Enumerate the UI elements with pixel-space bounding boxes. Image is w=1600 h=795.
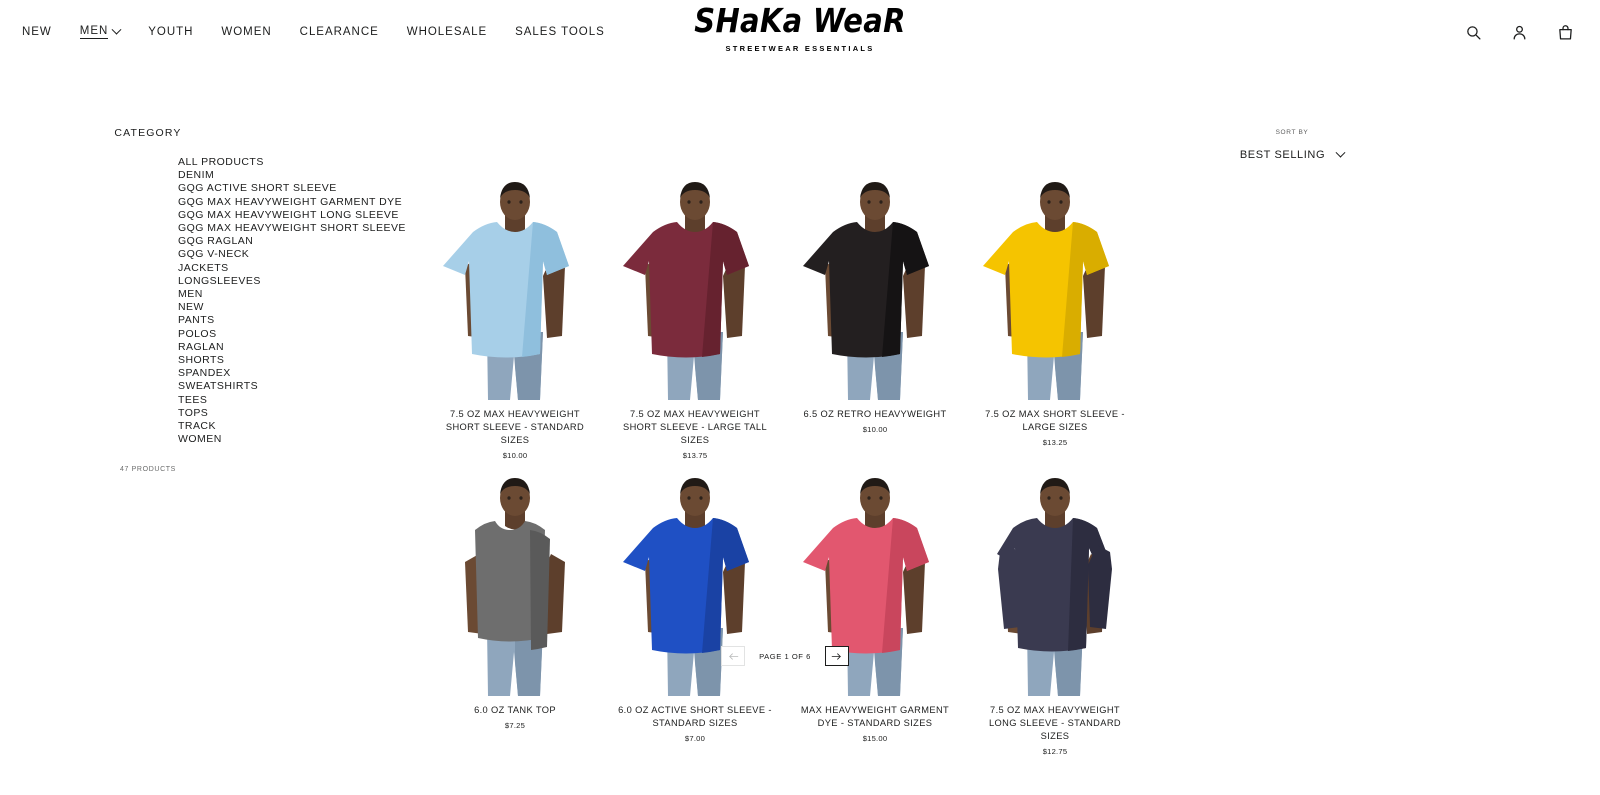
- nav-item-label: YOUTH: [148, 26, 194, 38]
- sidebar-item-pants[interactable]: PANTS: [178, 314, 420, 327]
- sort-by-label: SORT BY: [1275, 129, 1309, 136]
- nav-item-label: WHOLESALE: [406, 26, 488, 38]
- nav-item-new[interactable]: NEW: [22, 26, 52, 38]
- sort-control: SORT BY BEST SELLING: [1232, 129, 1352, 161]
- product-price: $15.00: [862, 734, 888, 743]
- product-card[interactable]: 6.0 OZ TANK TOP $7.25: [425, 478, 605, 756]
- product-title: 6.0 OZ ACTIVE SHORT SLEEVE - STANDARD SI…: [618, 705, 772, 728]
- nav-item-sales-tools[interactable]: SALES TOOLS: [515, 26, 605, 38]
- category-sidebar: CATEGORY ALL PRODUCTS DENIM GQG ACTIVE S…: [0, 64, 420, 473]
- sidebar-item-gqg-max-heavyweight-garment-dye[interactable]: GQG MAX HEAVYWEIGHT GARMENT DYE: [178, 196, 420, 209]
- sidebar-item-jackets[interactable]: JACKETS: [178, 262, 420, 275]
- product-card[interactable]: 6.5 OZ RETRO HEAVYWEIGHT $10.00: [785, 182, 965, 460]
- product-card[interactable]: 6.0 OZ ACTIVE SHORT SLEEVE - STANDARD SI…: [605, 478, 785, 756]
- sidebar-item-shorts[interactable]: SHORTS: [178, 354, 420, 367]
- header-actions: [1460, 0, 1578, 64]
- sidebar-item-tops[interactable]: TOPS: [178, 407, 420, 420]
- sidebar-item-longsleeves[interactable]: LONGSLEEVES: [178, 275, 420, 288]
- product-title: 6.0 OZ TANK TOP: [474, 705, 556, 715]
- sidebar-item-spandex[interactable]: SPANDEX: [178, 367, 420, 380]
- product-price: $13.75: [682, 451, 708, 460]
- product-card[interactable]: 7.5 OZ MAX HEAVYWEIGHT LONG SLEEVE - STA…: [965, 478, 1145, 756]
- product-price: $10.00: [502, 451, 528, 460]
- nav-item-clearance[interactable]: CLEARANCE: [300, 26, 379, 38]
- nav-item-youth[interactable]: YOUTH: [148, 26, 193, 38]
- sidebar-item-gqg-max-heavyweight-short-sleeve[interactable]: GQG MAX HEAVYWEIGHT SHORT SLEEVE: [178, 222, 420, 235]
- product-card[interactable]: 7.5 OZ MAX SHORT SLEEVE - LARGE SIZES $13…: [965, 182, 1145, 460]
- product-image[interactable]: [611, 182, 779, 400]
- nav-item-label: SALES TOOLS: [515, 26, 605, 38]
- sidebar-item-all-products[interactable]: ALL PRODUCTS: [178, 156, 420, 169]
- sidebar-item-tees[interactable]: TEES: [178, 394, 420, 407]
- nav-item-label: WOMEN: [221, 26, 272, 38]
- sidebar-item-sweatshirts[interactable]: SWEATSHIRTS: [178, 380, 420, 393]
- product-image[interactable]: [431, 182, 599, 400]
- product-image[interactable]: [971, 182, 1139, 400]
- product-price: $13.25: [1042, 438, 1068, 447]
- product-title: 7.5 OZ MAX SHORT SLEEVE - LARGE SIZES: [985, 409, 1125, 432]
- sort-by-select[interactable]: BEST SELLING: [1232, 147, 1352, 161]
- site-header: NEW MEN YOUTH WOMEN CLEARANCE WHOLESALE …: [0, 0, 1600, 64]
- chevron-down-icon: [1335, 147, 1346, 158]
- sidebar-item-track[interactable]: TRACK: [178, 420, 420, 433]
- next-page-button[interactable]: [824, 646, 849, 666]
- product-card[interactable]: 7.5 OZ MAX HEAVYWEIGHT SHORT SLEEVE - ST…: [425, 182, 605, 460]
- product-title: 6.5 OZ RETRO HEAVYWEIGHT: [803, 409, 947, 419]
- nav-item-wholesale[interactable]: WHOLESALE: [407, 26, 487, 38]
- product-image[interactable]: [791, 182, 959, 400]
- product-count: 47 PRODUCTS: [120, 466, 176, 474]
- product-price: $7.25: [504, 721, 526, 730]
- logo-tagline: STREETWEAR ESSENTIALS: [725, 44, 875, 54]
- pagination: PAGE 1 OF 6: [425, 646, 1145, 666]
- account-icon[interactable]: [1506, 19, 1532, 45]
- nav-item-label: NEW: [22, 26, 52, 38]
- chevron-down-icon: [111, 24, 122, 35]
- product-card[interactable]: 7.5 OZ MAX HEAVYWEIGHT SHORT SLEEVE - LA…: [605, 182, 785, 460]
- sidebar-item-men[interactable]: MEN: [178, 288, 420, 301]
- sidebar-item-new[interactable]: NEW: [178, 301, 420, 314]
- sidebar-item-gqg-raglan[interactable]: GQG RAGLAN: [178, 235, 420, 248]
- main-navigation: NEW MEN YOUTH WOMEN CLEARANCE WHOLESALE …: [22, 24, 605, 39]
- collection-page: CATEGORY ALL PRODUCTS DENIM GQG ACTIVE S…: [0, 64, 1600, 795]
- product-price: $7.00: [684, 734, 706, 743]
- sidebar-item-gqg-max-heavyweight-long-sleeve[interactable]: GQG MAX HEAVYWEIGHT LONG SLEEVE: [178, 209, 420, 222]
- nav-item-label: MEN: [79, 25, 109, 39]
- sidebar-item-gqg-v-neck[interactable]: GQG V-NECK: [178, 248, 420, 261]
- product-grid: 7.5 OZ MAX HEAVYWEIGHT SHORT SLEEVE - ST…: [425, 182, 1145, 756]
- sidebar-item-gqg-active-short-sleeve[interactable]: GQG ACTIVE SHORT SLEEVE: [178, 182, 420, 195]
- product-price: $12.75: [1042, 747, 1068, 756]
- sidebar-item-women[interactable]: WOMEN: [178, 433, 420, 446]
- sort-by-value: BEST SELLING: [1239, 149, 1326, 161]
- site-logo[interactable]: SHaKa WeaR STREETWEAR ESSENTIALS: [680, 1, 920, 54]
- previous-page-button[interactable]: [721, 646, 746, 666]
- logo-wordmark: SHaKa WeaR: [694, 1, 906, 41]
- product-title: 7.5 OZ MAX HEAVYWEIGHT SHORT SLEEVE - ST…: [445, 409, 585, 445]
- sidebar-item-denim[interactable]: DENIM: [178, 169, 420, 182]
- product-title: 7.5 OZ MAX HEAVYWEIGHT SHORT SLEEVE - LA…: [623, 409, 767, 445]
- category-list: ALL PRODUCTS DENIM GQG ACTIVE SHORT SLEE…: [0, 156, 420, 446]
- search-icon[interactable]: [1460, 19, 1486, 45]
- sidebar-item-raglan[interactable]: RAGLAN: [178, 341, 420, 354]
- nav-item-women[interactable]: WOMEN: [221, 26, 271, 38]
- product-title: MAX HEAVYWEIGHT GARMENT DYE - STANDARD S…: [800, 705, 950, 728]
- product-title: 7.5 OZ MAX HEAVYWEIGHT LONG SLEEVE - STA…: [989, 705, 1121, 741]
- nav-item-label: CLEARANCE: [299, 26, 379, 38]
- sidebar-item-polos[interactable]: POLOS: [178, 328, 420, 341]
- cart-icon[interactable]: [1552, 19, 1578, 45]
- product-price: $10.00: [862, 425, 888, 434]
- product-card[interactable]: MAX HEAVYWEIGHT GARMENT DYE - STANDARD S…: [785, 478, 965, 756]
- nav-item-men[interactable]: MEN: [79, 24, 122, 39]
- page-indicator: PAGE 1 OF 6: [759, 651, 811, 661]
- category-heading: CATEGORY: [114, 127, 182, 139]
